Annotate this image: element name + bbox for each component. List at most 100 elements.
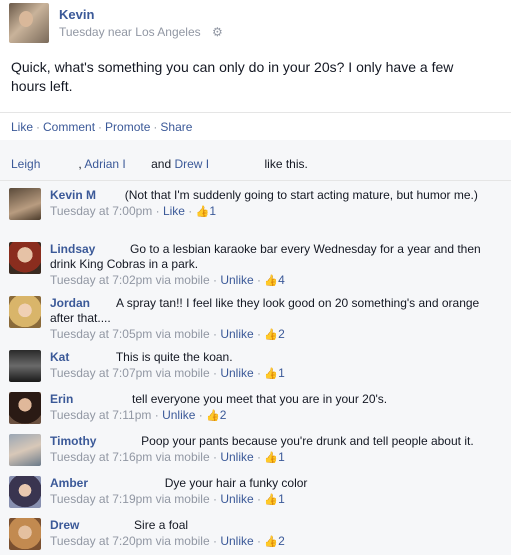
comment-text: Go to a lesbian karaoke bar every Wednes… [50, 242, 481, 271]
comment-meta: Tuesday at 7:11pm · Unlike · 👍2 [50, 408, 227, 422]
thumbs-up-icon: 👍 [264, 368, 279, 380]
comment-unlike-link[interactable]: Unlike [220, 492, 253, 506]
gear-icon[interactable]: ⚙ [212, 25, 223, 39]
thumbs-up-icon: 👍 [264, 329, 279, 341]
thumbs-up-icon: 👍 [264, 494, 279, 506]
thumbs-up-icon: 👍 [206, 410, 220, 422]
divider [0, 180, 511, 181]
liker-link[interactable]: Leigh [11, 157, 40, 171]
thumbs-up-icon: 👍 [264, 536, 279, 548]
comment-like-count[interactable]: 1 [278, 366, 285, 380]
comment-text: tell everyone you meet that you are in y… [132, 392, 388, 406]
comment-body: Amber Dye your hair a funky color Tuesda… [50, 476, 490, 508]
comment-body: Kat This is quite the koan. Tuesday at 7… [50, 350, 490, 382]
commenter-name[interactable]: Lindsay [50, 242, 95, 256]
comment-time[interactable]: Tuesday at 7:05pm [50, 327, 152, 341]
comment-like-count[interactable]: 1 [209, 204, 216, 218]
comment-like-count[interactable]: 2 [278, 534, 285, 548]
separator: · [98, 120, 103, 134]
author-avatar[interactable] [9, 3, 49, 43]
commenter-avatar[interactable] [9, 350, 41, 382]
commenter-avatar[interactable] [9, 476, 41, 508]
comment-link[interactable]: Comment [43, 120, 95, 134]
comment-via: via mobile [155, 327, 210, 341]
comment-unlike-link[interactable]: Unlike [220, 366, 253, 380]
comment-unlike-link[interactable]: Unlike [220, 327, 253, 341]
separator: · [36, 120, 41, 134]
commenter-name[interactable]: Timothy [50, 434, 96, 448]
comment-time[interactable]: Tuesday at 7:16pm [50, 450, 152, 464]
commenter-name[interactable]: Erin [50, 392, 73, 406]
comment-via: via mobile [155, 450, 210, 464]
story-meta: Tuesday near Los Angeles ⚙ [59, 25, 223, 39]
comment-like-count[interactable]: 2 [278, 327, 285, 341]
comment-meta: Tuesday at 7:16pm via mobile · Unlike · … [50, 450, 285, 464]
commenter-avatar[interactable] [9, 242, 41, 274]
like-sentence: Leigh, Adrian I and Drew I like this. [11, 157, 308, 171]
comment-like-count[interactable]: 4 [278, 273, 285, 287]
commenter-name[interactable]: Jordan [50, 296, 90, 310]
status-text: Quick, what's something you can only do … [11, 59, 454, 94]
comment-unlike-link[interactable]: Unlike [220, 534, 253, 548]
comment-meta: Tuesday at 7:00pm · Like · 👍1 [50, 204, 217, 218]
comment-like-link[interactable]: Like [163, 204, 185, 218]
comment-meta: Tuesday at 7:02pm via mobile · Unlike · … [50, 273, 285, 287]
commenter-avatar[interactable] [9, 188, 41, 220]
comment-body: Kevin M (Not that I'm suddenly going to … [50, 188, 490, 220]
comment-via: via mobile [155, 534, 210, 548]
commenter-avatar[interactable] [9, 434, 41, 466]
comment-time[interactable]: Tuesday at 7:07pm [50, 366, 152, 380]
timestamp-location[interactable]: Tuesday near Los Angeles [59, 25, 201, 39]
like-link[interactable]: Like [11, 120, 33, 134]
feedback-section: Leigh, Adrian I and Drew I like this. Ke… [0, 140, 511, 555]
comment-time[interactable]: Tuesday at 7:00pm [50, 204, 152, 218]
commenter-avatar[interactable] [9, 518, 41, 550]
commenter-avatar[interactable] [9, 296, 41, 328]
separator: · [153, 120, 158, 134]
promote-link[interactable]: Promote [105, 120, 150, 134]
story-actions: Like · Comment · Promote · Share [11, 120, 192, 134]
liker-link[interactable]: Drew I [174, 157, 209, 171]
comment-text: Sire a foal [134, 518, 189, 532]
comment-meta: Tuesday at 7:20pm via mobile · Unlike · … [50, 534, 285, 548]
comment-body: Erin tell everyone you meet that you are… [50, 392, 490, 424]
comment-via: via mobile [155, 273, 210, 287]
comment-meta: Tuesday at 7:19pm via mobile · Unlike · … [50, 492, 285, 506]
story-card: Kevin Tuesday near Los Angeles ⚙ Quick, … [0, 0, 511, 555]
commenter-name[interactable]: Kat [50, 350, 69, 364]
comment-body: Jordan A spray tan!! I feel like they lo… [50, 296, 490, 343]
comment-via: via mobile [155, 492, 210, 506]
comment-like-count[interactable]: 1 [278, 492, 285, 506]
commenter-name[interactable]: Drew [50, 518, 79, 532]
comment-time[interactable]: Tuesday at 7:11pm [50, 408, 151, 422]
comment-via: via mobile [155, 366, 210, 380]
comment-meta: Tuesday at 7:07pm via mobile · Unlike · … [50, 366, 285, 380]
divider [0, 112, 511, 113]
share-link[interactable]: Share [160, 120, 192, 134]
comment-time[interactable]: Tuesday at 7:02pm [50, 273, 152, 287]
commenter-name[interactable]: Amber [50, 476, 88, 490]
comment-body: Lindsay Go to a lesbian karaoke bar ever… [50, 242, 490, 289]
comment-text: Dye your hair a funky color [164, 476, 308, 490]
thumbs-up-icon: 👍 [264, 275, 279, 287]
thumbs-up-icon: 👍 [195, 206, 210, 218]
like-suffix: like this. [264, 157, 308, 171]
liker-link[interactable]: Adrian I [84, 157, 125, 171]
commenter-name[interactable]: Kevin M [50, 188, 96, 202]
comment-unlike-link[interactable]: Unlike [220, 450, 253, 464]
commenter-avatar[interactable] [9, 392, 41, 424]
comment-text: Poop your pants because you're drunk and… [141, 434, 474, 448]
comment-like-count[interactable]: 2 [220, 408, 227, 422]
comment-unlike-link[interactable]: Unlike [220, 273, 253, 287]
comment-unlike-link[interactable]: Unlike [162, 408, 195, 422]
comment-text: This is quite the koan. [115, 350, 233, 364]
author-name[interactable]: Kevin [59, 7, 94, 22]
comment-body: Drew Sire a foal Tuesday at 7:20pm via m… [50, 518, 490, 550]
comment-like-count[interactable]: 1 [278, 450, 285, 464]
comment-text: (Not that I'm suddenly going to start ac… [124, 188, 478, 202]
comment-text: A spray tan!! I feel like they look good… [50, 296, 480, 325]
comment-time[interactable]: Tuesday at 7:19pm [50, 492, 152, 506]
comment-time[interactable]: Tuesday at 7:20pm [50, 534, 152, 548]
like-and: and [151, 157, 172, 171]
comment-body: Timothy Poop your pants because you're d… [50, 434, 490, 466]
